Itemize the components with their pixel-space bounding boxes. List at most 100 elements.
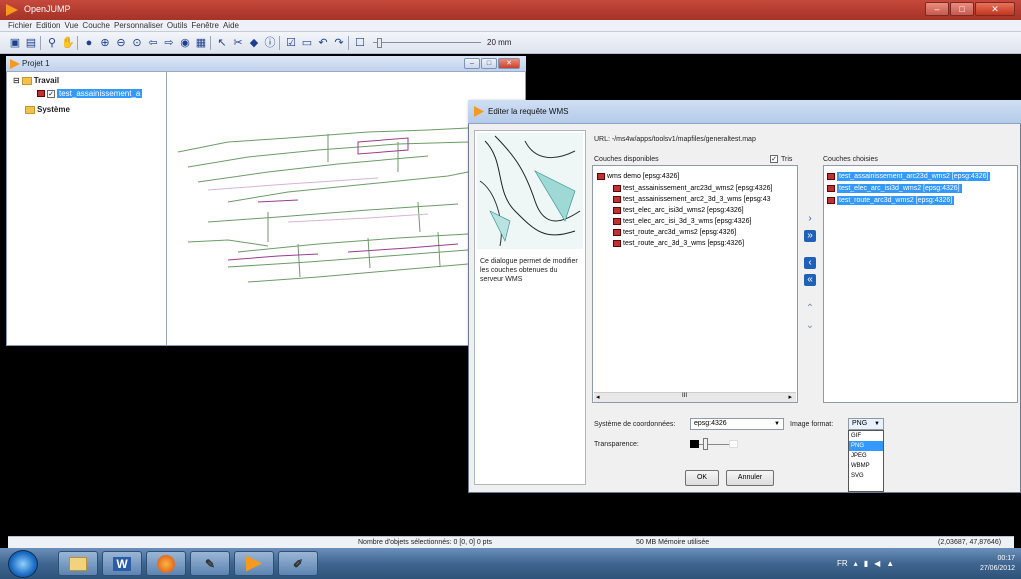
power-icon[interactable]: ▲ (886, 559, 894, 568)
open-icon[interactable]: ▤ (24, 36, 38, 50)
collapse-icon[interactable]: ⊟ (13, 76, 20, 85)
list-item[interactable]: test_assainissement_arc23d_wms2 [epsg:43… (613, 184, 772, 193)
tree-layer-assainissement[interactable]: ✓ test_assainissement_a (37, 89, 143, 98)
network-icon[interactable]: ▮ (864, 559, 868, 568)
toolbar-separator (77, 35, 80, 50)
list-item[interactable]: test_route_arc3d_wms2 [epsg:4326] (827, 196, 955, 205)
list-item-label: test_assainissement_arc23d_wms2 [epsg:43… (623, 185, 773, 192)
menu-couche[interactable]: Couche (82, 20, 110, 31)
list-item[interactable]: test_route_arc3d_wms2 [epsg:4326] (613, 228, 736, 237)
format-option-gif[interactable]: GIF (849, 431, 883, 441)
list-item[interactable]: wms demo [epsg:4326] (597, 172, 679, 181)
add-all-layers-icon[interactable]: » (804, 230, 816, 242)
menu-aide[interactable]: Aide (223, 20, 239, 31)
editing-toolbox-icon[interactable]: ☑ (284, 36, 298, 50)
zoom-in-icon[interactable]: ⊕ (98, 36, 112, 50)
language-indicator[interactable]: FR (837, 559, 848, 568)
notepad-taskbar-button[interactable]: ✐ (278, 551, 318, 576)
group-label: Travail (33, 76, 60, 85)
format-option-svg[interactable]: SVG (849, 471, 883, 481)
refresh-icon[interactable]: ▦ (194, 36, 208, 50)
horizontal-scrollbar[interactable]: ◂ III ▸ (594, 392, 796, 402)
project-icon (10, 59, 20, 69)
transparency-slider[interactable] (690, 437, 738, 451)
list-item[interactable]: test_elec_arc_isi3d_wms2 [epsg:4326] (827, 184, 962, 193)
volume-icon[interactable]: ◀ (874, 559, 880, 568)
attributes-icon[interactable]: ◆ (247, 36, 261, 50)
format-option-png[interactable]: PNG (849, 441, 883, 451)
menu-vue[interactable]: Vue (64, 20, 78, 31)
list-item[interactable]: test_assainissement_arc2_3d_3_wms [epsg:… (613, 195, 770, 204)
available-layers-list[interactable]: wms demo [epsg:4326] test_assainissement… (592, 165, 798, 403)
move-up-icon[interactable]: ⌃ (804, 303, 816, 315)
image-format-label: Image format: (790, 421, 834, 428)
menu-fichier[interactable]: Fichier (8, 20, 32, 31)
zoom-out-icon[interactable]: ⊖ (114, 36, 128, 50)
zoom-tool-icon[interactable]: ⚲ (45, 36, 59, 50)
paint-taskbar-button[interactable]: ✎ (190, 551, 230, 576)
scale-slider[interactable] (373, 37, 481, 48)
format-option-wbmp[interactable]: WBMP (849, 461, 883, 471)
ok-button[interactable]: OK (685, 470, 719, 486)
list-item-label: test_route_arc3d_wms2 [epsg:4326] (623, 229, 737, 236)
menu-edition[interactable]: Edition (36, 20, 60, 31)
tray-expand-icon[interactable]: ▴ (854, 559, 858, 568)
word-taskbar-button[interactable]: W (102, 551, 142, 576)
tree-group-travail[interactable]: ⊟ Travail (13, 76, 59, 85)
info-icon[interactable]: ⓘ (263, 36, 277, 50)
toolbar-separator (40, 35, 43, 50)
maximize-button[interactable]: □ (950, 2, 974, 16)
close-button[interactable]: ✕ (975, 2, 1015, 16)
main-title-bar: OpenJUMP – □ ✕ (0, 0, 1021, 20)
project-minimize-button[interactable]: – (464, 58, 480, 69)
select-icon[interactable]: ↖ (215, 36, 229, 50)
zoom-selected-icon[interactable]: ⊙ (130, 36, 144, 50)
slider-thumb[interactable] (703, 438, 708, 450)
move-down-icon[interactable]: ⌄ (804, 320, 816, 332)
layer-visibility-checkbox[interactable]: ✓ (47, 89, 55, 98)
zoom-layer-icon[interactable]: ◉ (178, 36, 192, 50)
project-maximize-button[interactable]: □ (481, 58, 497, 69)
undo-icon[interactable]: ↶ (316, 36, 330, 50)
explorer-taskbar-button[interactable] (58, 551, 98, 576)
zoom-full-icon[interactable]: ● (82, 36, 96, 50)
list-item[interactable]: test_elec_arc_isi_3d_3_wms [epsg:4326] (613, 217, 751, 226)
project-close-button[interactable]: ✕ (498, 58, 520, 69)
measure-icon[interactable]: ▭ (300, 36, 314, 50)
openjump-taskbar-button[interactable] (234, 551, 274, 576)
available-layers-label: Couches disponibles (594, 156, 659, 163)
list-item[interactable]: test_assainissement_arc23d_wms2 [epsg:43… (827, 172, 991, 181)
add-layer-icon[interactable]: › (804, 213, 816, 225)
start-button[interactable] (8, 550, 38, 578)
fence-icon[interactable]: ☐ (353, 36, 367, 50)
chosen-layers-list[interactable]: test_assainissement_arc23d_wms2 [epsg:43… (823, 165, 1018, 403)
crs-select[interactable]: epsg:4326 ▼ (690, 418, 784, 430)
minimize-button[interactable]: – (925, 2, 949, 16)
list-item[interactable]: test_elec_arc_isi3d_wms2 [epsg:4326] (613, 206, 744, 215)
clock[interactable]: 00:17 27/06/2012 (980, 554, 1015, 574)
list-item[interactable]: test_route_arc_3d_3_wms [epsg:4326] (613, 239, 744, 248)
edit-icon[interactable]: ✂ (231, 36, 245, 50)
remove-layer-icon[interactable]: ‹ (804, 257, 816, 269)
previous-view-icon[interactable]: ⇦ (146, 36, 160, 50)
new-project-icon[interactable]: ▣ (8, 36, 22, 50)
layer-icon (613, 185, 621, 192)
scroll-thumb[interactable]: III (682, 393, 687, 399)
image-format-value: PNG (852, 420, 868, 427)
remove-all-layers-icon[interactable]: « (804, 274, 816, 286)
paint-icon: ✎ (204, 556, 216, 571)
scroll-left-icon[interactable]: ◂ (596, 393, 600, 401)
firefox-taskbar-button[interactable] (146, 551, 186, 576)
sort-checkbox[interactable]: ✓ (770, 155, 778, 163)
menu-personnaliser[interactable]: Personnaliser (114, 20, 163, 31)
tree-group-systeme[interactable]: Système (25, 105, 70, 114)
redo-icon[interactable]: ↷ (332, 36, 346, 50)
menu-fenetre[interactable]: Fenêtre (191, 20, 219, 31)
menu-outils[interactable]: Outils (167, 20, 187, 31)
cancel-button[interactable]: Annuler (726, 470, 774, 486)
scroll-right-icon[interactable]: ▸ (788, 393, 792, 401)
next-view-icon[interactable]: ⇨ (162, 36, 176, 50)
pan-tool-icon[interactable]: ✋ (61, 36, 75, 50)
format-option-jpeg[interactable]: JPEG (849, 451, 883, 461)
image-format-select[interactable]: PNG ▼ (848, 418, 884, 430)
